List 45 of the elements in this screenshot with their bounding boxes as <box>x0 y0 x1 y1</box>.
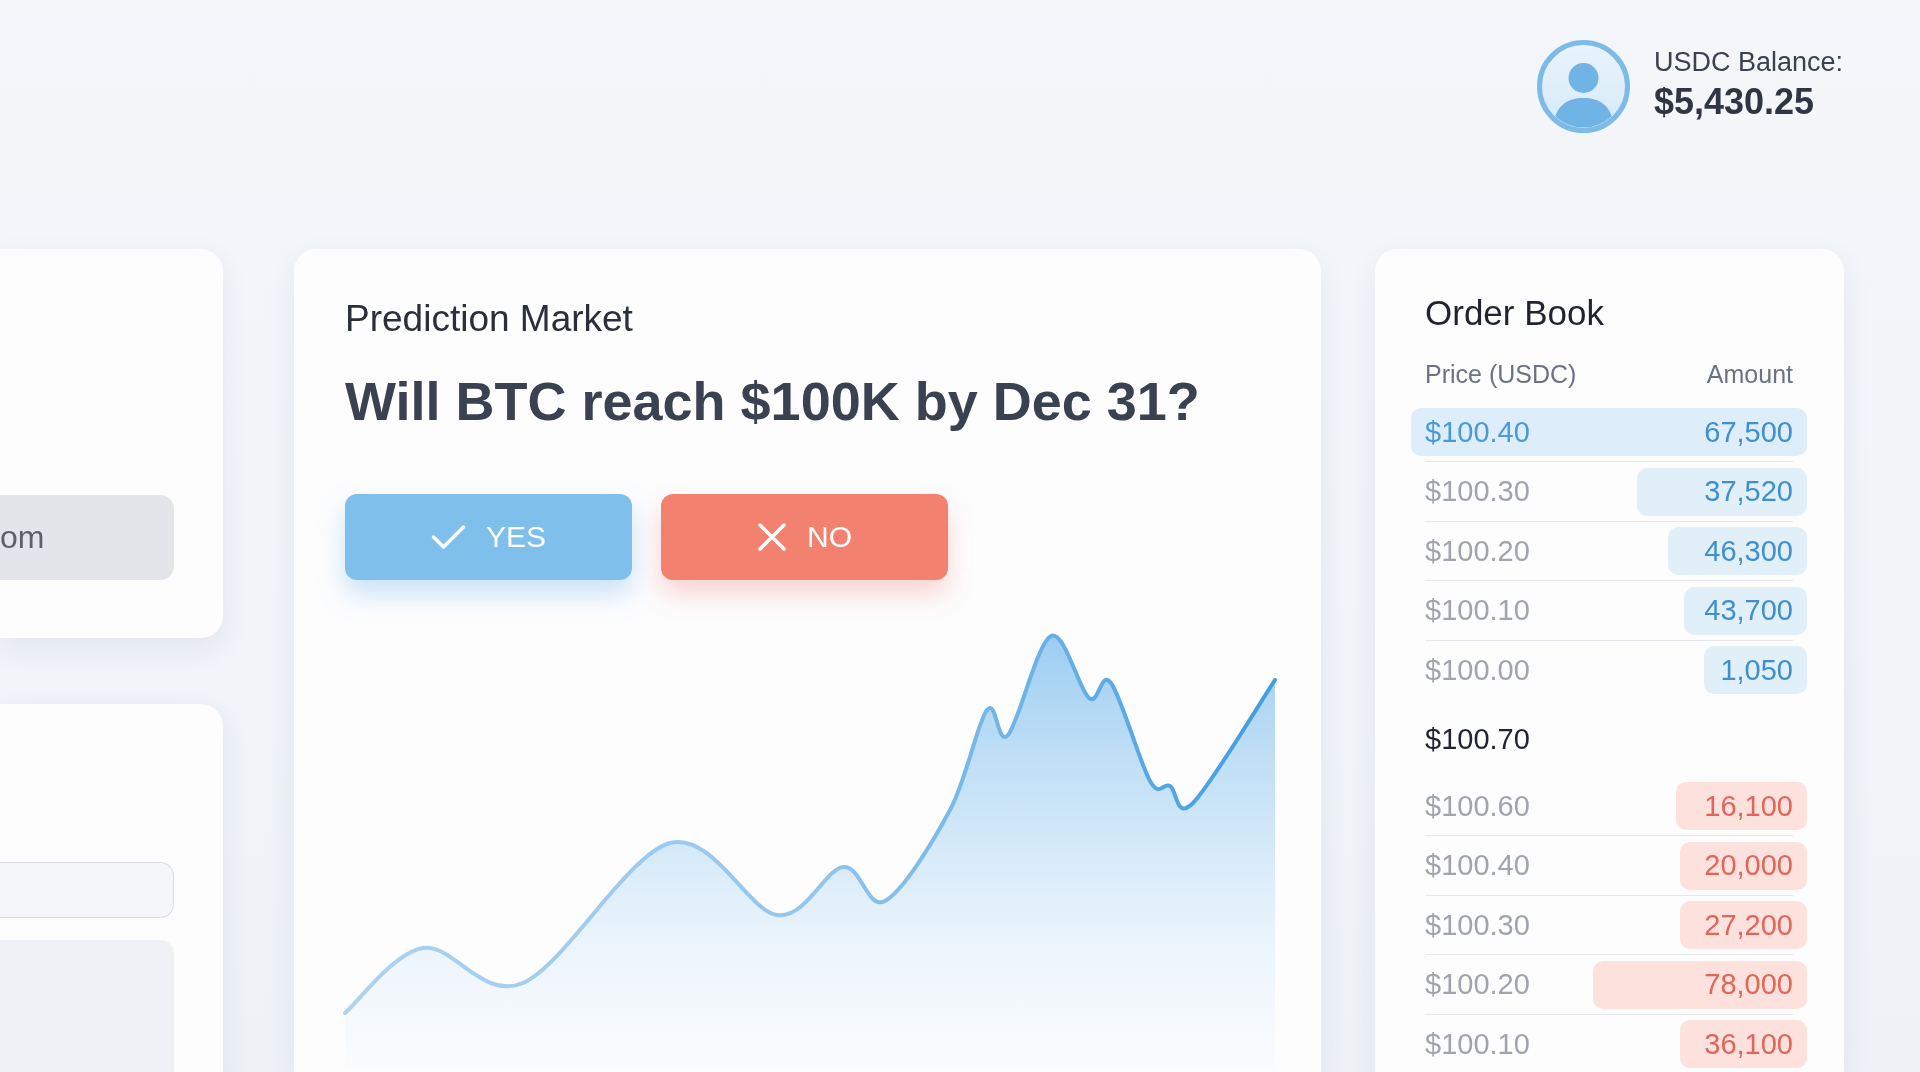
order-row[interactable]: $100.40 67,500 <box>1411 408 1807 456</box>
price-text: $100.60 <box>1425 789 1530 823</box>
input-field[interactable]: om <box>0 495 174 580</box>
amount-text: 20,000 <box>1704 849 1793 882</box>
order-row[interactable]: $100.10 43,700 <box>1411 586 1807 635</box>
avatar-icon <box>1536 40 1630 133</box>
order-row[interactable]: $100.30 37,520 <box>1411 467 1807 516</box>
price-text: $100.40 <box>1425 849 1530 882</box>
no-button[interactable]: NO <box>661 494 948 580</box>
input-field[interactable] <box>0 862 174 918</box>
balance-amount: $5,430.25 <box>1653 81 1815 123</box>
amount-text: 37,520 <box>1704 475 1793 508</box>
amount-text: 16,100 <box>1704 789 1793 823</box>
yes-button[interactable]: YES <box>345 494 632 580</box>
last-price-text: $100.70 <box>1424 721 1531 757</box>
column-header: Amount <box>1706 359 1793 389</box>
order-book-title: Order Book <box>1425 292 1605 334</box>
amount-text: 46,300 <box>1704 534 1793 568</box>
market-question: Will BTC reach $100K by Dec 31? <box>345 370 1201 433</box>
price-text: $100.20 <box>1425 968 1530 1001</box>
price-text: $100.40 <box>1425 415 1530 449</box>
order-row[interactable]: $100.40 20,000 <box>1411 841 1807 890</box>
amount-text: 78,000 <box>1704 968 1793 1001</box>
order-row[interactable]: $100.30 27,200 <box>1411 901 1807 949</box>
price-text: $100.10 <box>1425 594 1530 627</box>
amount-text: 36,100 <box>1704 1027 1793 1061</box>
section-title: Prediction Market <box>345 297 634 341</box>
column-header: Price (USDC) <box>1425 359 1577 389</box>
amount-text: 67,500 <box>1704 415 1793 449</box>
cross-icon <box>757 523 787 551</box>
order-row[interactable]: $100.60 16,100 <box>1411 782 1807 830</box>
price-text: $100.10 <box>1425 1027 1530 1061</box>
amount-text: 43,700 <box>1704 594 1793 627</box>
price-text: $100.30 <box>1425 475 1530 508</box>
price-text: $100.00 <box>1425 653 1530 687</box>
price-text: $100.20 <box>1425 534 1530 568</box>
check-icon <box>431 524 466 550</box>
order-row[interactable]: $100.10 36,100 <box>1411 1020 1807 1068</box>
price-text: $100.30 <box>1425 908 1530 942</box>
order-row[interactable]: $100.00 1,050 <box>1411 646 1807 694</box>
order-row[interactable]: $100.20 78,000 <box>1411 960 1807 1009</box>
amount-text: 1,050 <box>1720 653 1793 687</box>
balance-label: USDC Balance: <box>1653 46 1843 78</box>
amount-text: 27,200 <box>1704 908 1793 942</box>
order-row[interactable]: $100.20 46,300 <box>1411 527 1807 575</box>
